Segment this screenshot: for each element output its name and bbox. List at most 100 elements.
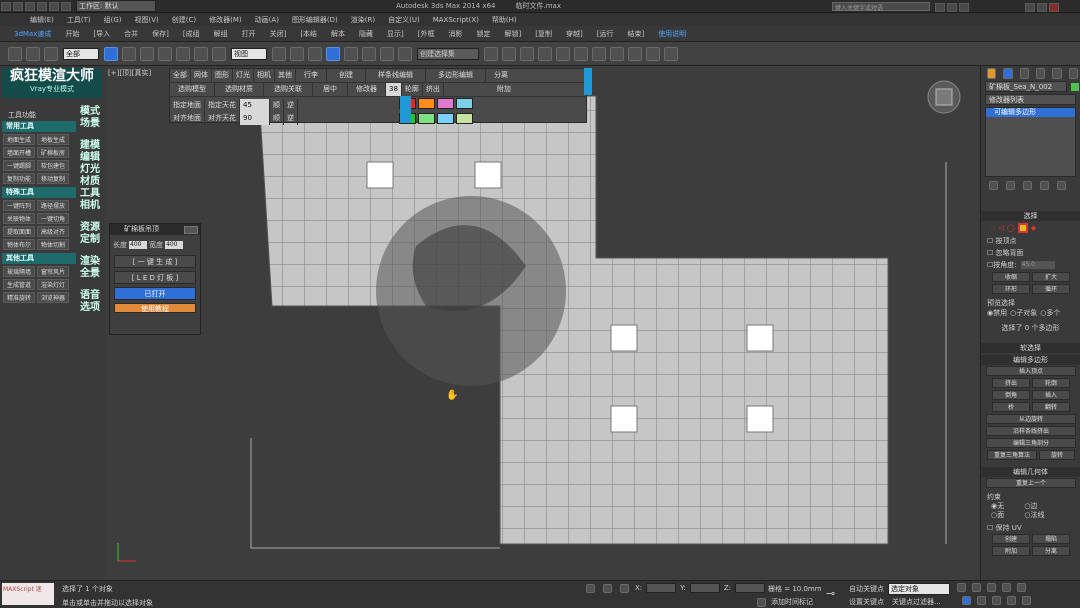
ft-angle-90[interactable]: 90 xyxy=(240,112,270,125)
selection-lock-icon[interactable] xyxy=(603,583,612,593)
workspace-dropdown[interactable]: 工作区: 默认 xyxy=(76,0,156,12)
viewport-label[interactable]: [+][顶][真实] xyxy=(108,68,151,78)
extrude-along-spline-button[interactable]: 沿样条线挤出 xyxy=(986,426,1076,436)
hinge-button[interactable]: 从边旋转 xyxy=(986,414,1076,424)
ribbon-save[interactable]: 保存] xyxy=(152,29,169,39)
hierarchy-tab-icon[interactable] xyxy=(1019,67,1029,79)
ribbon-show[interactable]: 显示] xyxy=(387,29,404,39)
btn-skirting[interactable]: 一键踢脚 xyxy=(3,160,35,171)
ft-center[interactable]: 居中 xyxy=(313,83,348,96)
inset-button[interactable]: 插入 xyxy=(1032,390,1070,400)
viewport-top[interactable] xyxy=(106,66,978,580)
length-input[interactable]: 400 xyxy=(129,241,147,249)
btn-mineral-board[interactable]: 矿棉板房 xyxy=(37,147,69,158)
ribbon-run[interactable]: [运行 xyxy=(597,29,614,39)
tab-mode-scene[interactable]: 模式 场景 xyxy=(78,106,102,130)
btn-precise-rotate[interactable]: 精准旋转 xyxy=(3,292,35,303)
snap-3d-icon[interactable] xyxy=(326,46,340,61)
window-crossing-icon[interactable] xyxy=(158,46,172,61)
render-icon[interactable] xyxy=(646,46,660,61)
menu-modifiers[interactable]: 修改器(M) xyxy=(209,15,242,25)
btn-soft-pack[interactable]: 软包建包 xyxy=(37,160,69,171)
angle-snap-icon[interactable] xyxy=(344,46,358,61)
select-object-icon[interactable] xyxy=(104,46,118,61)
ft-ccw-2[interactable]: 逆 xyxy=(284,112,298,125)
ribbon-lock[interactable]: 锁定 xyxy=(477,29,491,39)
keyboard-shortcut-icon[interactable] xyxy=(308,46,322,61)
ribbon-isolate[interactable]: [本结 xyxy=(300,29,317,39)
by-angle-check[interactable]: ☐ 按角度: 45.0 xyxy=(987,259,1080,271)
teapot-icon[interactable] xyxy=(664,46,678,61)
width-input[interactable]: 400 xyxy=(165,241,183,249)
btn-pipe[interactable]: 生成管道 xyxy=(3,279,35,290)
key-mode-dropdown[interactable]: 选定对象 xyxy=(888,583,950,595)
show-end-icon[interactable] xyxy=(1006,180,1015,190)
rotate-icon[interactable] xyxy=(194,46,208,61)
modifier-list-dropdown[interactable]: 修改器列表 xyxy=(985,94,1076,105)
btn-slice[interactable]: 物体切割 xyxy=(37,239,69,250)
curve-editor-icon[interactable] xyxy=(556,46,570,61)
graphite-icon[interactable] xyxy=(538,46,552,61)
soft-selection-header[interactable]: 软选择 xyxy=(981,343,1080,353)
ft-assign-floor[interactable]: 指定地面 xyxy=(170,99,205,112)
tab-render[interactable]: 渲染 全景 xyxy=(78,256,102,280)
edge-mode-icon[interactable]: ◁ xyxy=(998,224,1003,232)
ft-shape[interactable]: 图形 xyxy=(212,69,233,82)
border-mode-icon[interactable]: ◯ xyxy=(1007,224,1015,232)
dialog-header[interactable]: 矿棉板吊顶 xyxy=(110,224,200,235)
tab-resources[interactable]: 资源 定制 xyxy=(78,222,102,246)
swatch-skyblue[interactable] xyxy=(437,113,454,124)
flip-button[interactable]: 翻转 xyxy=(1032,402,1070,412)
pin-stack-icon[interactable] xyxy=(989,180,998,190)
schematic-icon[interactable] xyxy=(574,46,588,61)
pivot-icon[interactable] xyxy=(272,46,286,61)
ribbon-shade[interactable]: 消影 xyxy=(449,29,463,39)
ft-modifier[interactable]: 修改器 xyxy=(348,83,386,96)
ring-button[interactable]: 环形 xyxy=(992,284,1030,294)
select-by-name-icon[interactable] xyxy=(122,46,136,61)
motion-tab-icon[interactable] xyxy=(1035,67,1046,79)
btn-boolean[interactable]: 物体布尔 xyxy=(3,239,35,250)
remove-modifier-icon[interactable] xyxy=(1040,180,1049,190)
constraint-normal-radio[interactable]: ○法线 xyxy=(1024,511,1044,519)
x-coord-input[interactable] xyxy=(646,583,677,593)
help-icon[interactable] xyxy=(959,3,969,12)
star-icon[interactable] xyxy=(947,3,957,12)
tab-voice[interactable]: 语音 选项 xyxy=(78,290,102,314)
open-icon[interactable] xyxy=(25,1,35,11)
ribbon-import[interactable]: [导入 xyxy=(93,29,110,39)
ft-create[interactable]: 创建 xyxy=(327,69,366,82)
by-vertex-check[interactable]: ☐ 按顶点 xyxy=(987,235,1080,247)
ribbon-open[interactable]: 打开 xyxy=(242,29,256,39)
swatch-orange[interactable] xyxy=(418,98,435,109)
prev-frame-icon[interactable] xyxy=(972,583,981,592)
zoom-icon[interactable] xyxy=(977,596,986,605)
btn-curtain[interactable]: 窗帘风片 xyxy=(37,266,69,277)
menu-edit[interactable]: 编辑(E) xyxy=(30,15,54,25)
ceiling-grid-mesh[interactable] xyxy=(106,66,978,580)
constraint-none-radio[interactable]: ◉无 xyxy=(991,502,1004,510)
btn-glass-wall[interactable]: 玻璃隔墙 xyxy=(3,266,35,277)
make-unique-icon[interactable] xyxy=(1023,180,1032,190)
btn-copy-func[interactable]: 复制功能 xyxy=(3,173,35,184)
menu-maxscript[interactable]: MAXScript(X) xyxy=(433,16,479,24)
app-menu-icon[interactable] xyxy=(1,1,11,11)
preview-off-radio[interactable]: ◉禁用 xyxy=(987,308,1007,318)
shrink-button[interactable]: 收缩 xyxy=(992,272,1030,282)
absolute-mode-icon[interactable] xyxy=(620,583,629,593)
ignore-back-check[interactable]: ☐ 忽略背面 xyxy=(987,247,1080,259)
next-frame-icon[interactable] xyxy=(1002,583,1011,592)
grow-button[interactable]: 扩大 xyxy=(1032,272,1070,282)
ft-extrude[interactable]: 挤出 xyxy=(423,83,444,96)
btn-browse[interactable]: 浏览神器 xyxy=(37,292,69,303)
outline-button[interactable]: 轮廓 xyxy=(1032,378,1070,388)
ft-angle-45[interactable]: 45 xyxy=(240,99,270,112)
turn-button[interactable]: 旋转 xyxy=(1039,450,1075,460)
ft-ccw-1[interactable]: 逆 xyxy=(284,99,298,112)
btn-render-light[interactable]: 渲染灯灯 xyxy=(37,279,69,290)
ribbon-end[interactable]: 结束] xyxy=(627,29,644,39)
ft-other[interactable]: 其他 xyxy=(275,69,296,82)
pan-icon[interactable] xyxy=(992,596,1001,605)
ft-luggage[interactable]: 行李 xyxy=(296,69,327,82)
menu-help[interactable]: 帮助(H) xyxy=(492,15,517,25)
